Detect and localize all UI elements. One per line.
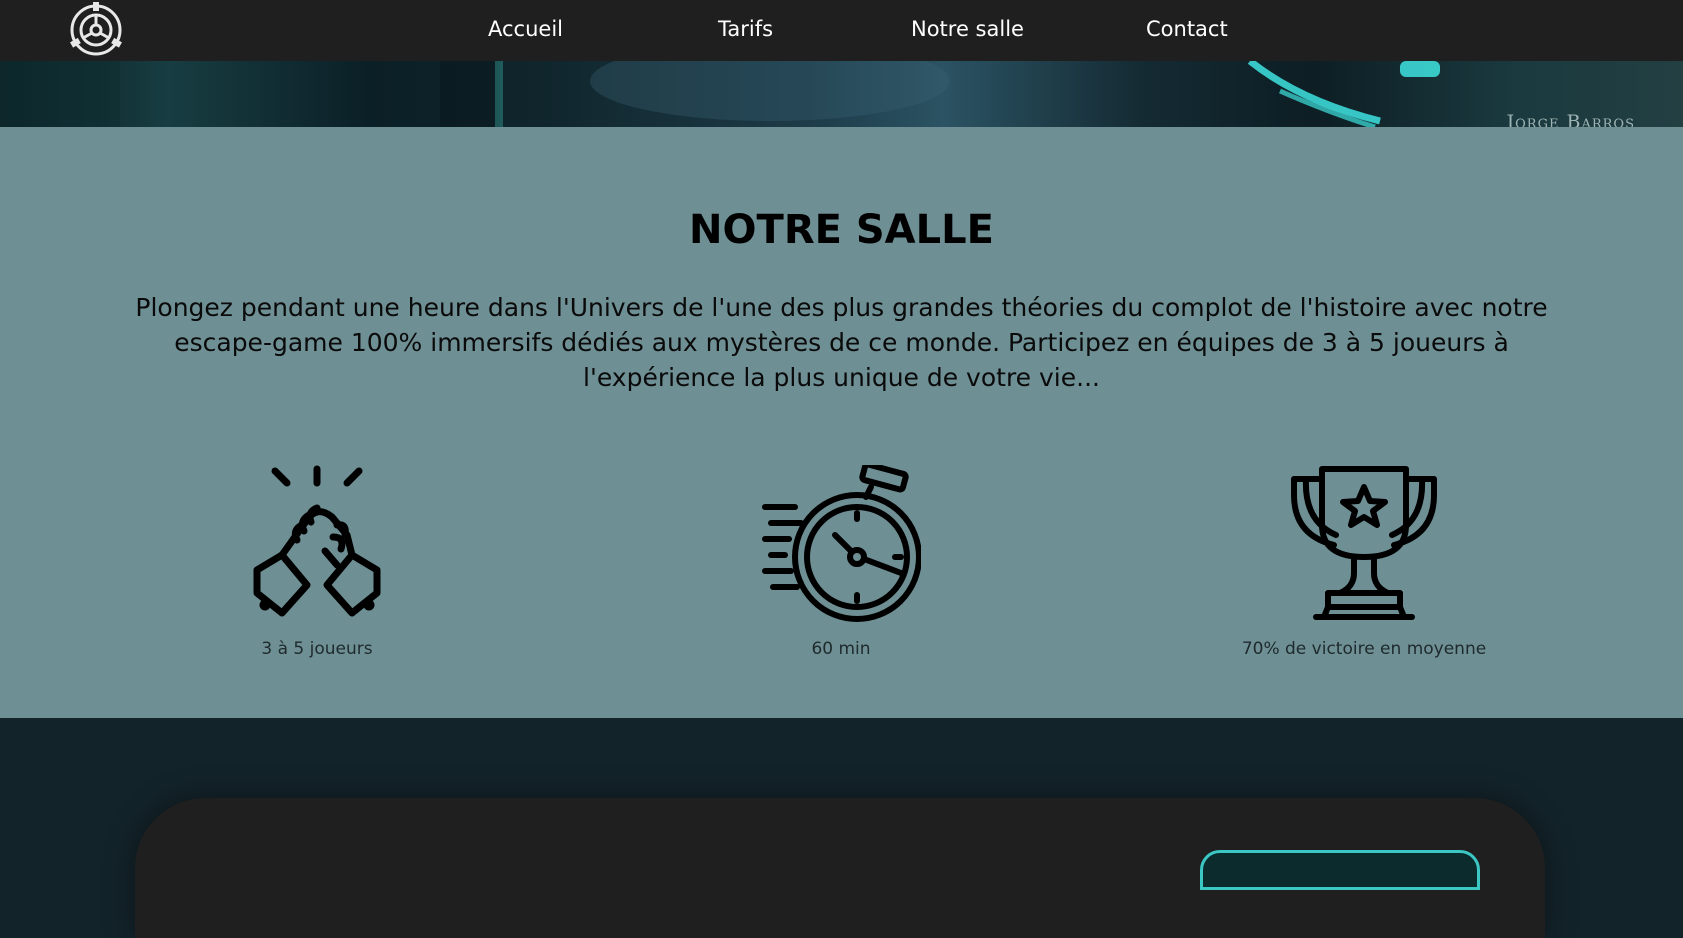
notre-salle-section: NOTRE SALLE Plongez pendant une heure da… <box>0 127 1683 718</box>
nav-link-contact[interactable]: Contact <box>1146 17 1228 41</box>
section-description: Plongez pendant une heure dans l'Univers… <box>135 293 1548 392</box>
hero-banner-image: Jorge Barros <box>0 61 1683 127</box>
image-credit: Jorge Barros <box>1506 111 1635 127</box>
scp-logo-icon[interactable] <box>67 2 125 58</box>
stopwatch-icon <box>641 465 1041 625</box>
nav-link-notre-salle[interactable]: Notre salle <box>911 17 1024 41</box>
nav-link-accueil[interactable]: Accueil <box>488 17 563 41</box>
feature-victory: 70% de victoire en moyenne <box>1164 465 1564 659</box>
feature-label: 60 min <box>811 639 871 659</box>
feature-label: 70% de victoire en moyenne <box>1241 639 1487 659</box>
handshake-icon <box>117 465 517 625</box>
section-title: NOTRE SALLE <box>689 207 994 253</box>
feature-duration: 60 min <box>641 465 1041 659</box>
top-nav: Accueil Tarifs Notre salle Contact <box>0 0 1683 61</box>
feature-players: 3 à 5 joueurs <box>117 465 517 659</box>
feature-label: 3 à 5 joueurs <box>261 639 373 659</box>
card-image <box>1200 850 1480 890</box>
nav-link-tarifs[interactable]: Tarifs <box>718 17 773 41</box>
trophy-icon <box>1164 465 1564 625</box>
